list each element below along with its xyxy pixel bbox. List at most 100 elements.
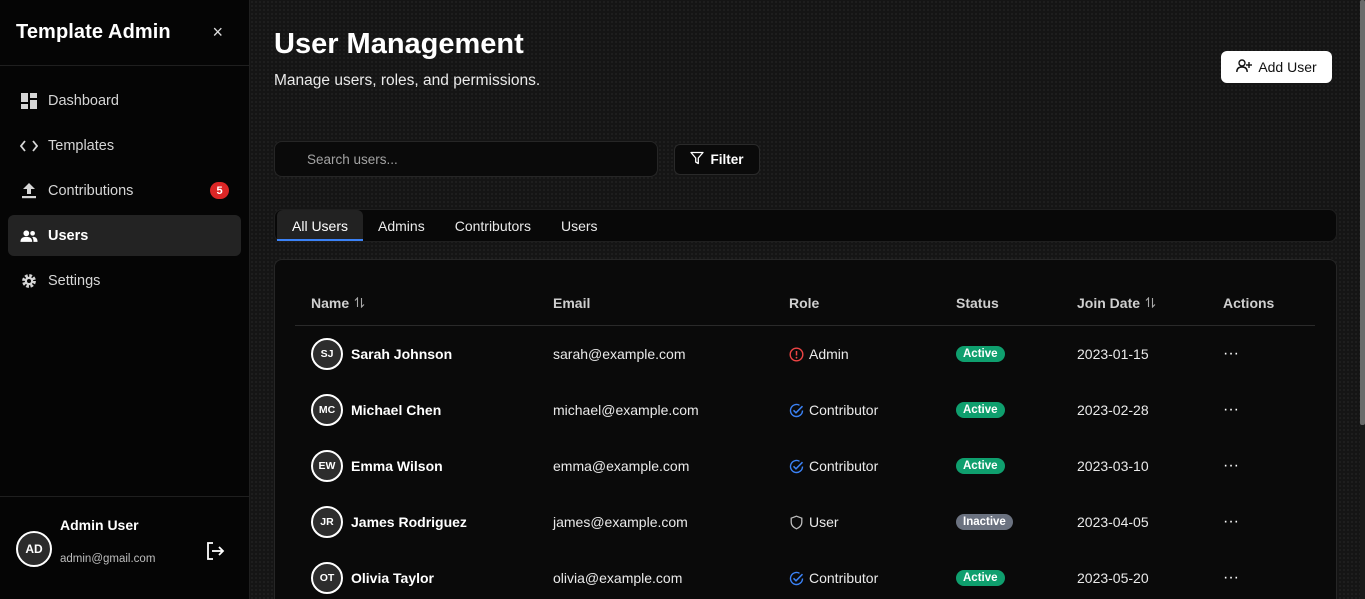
sidebar-item-label: Users: [48, 227, 89, 244]
page-subtitle: Manage users, roles, and permissions.: [274, 72, 541, 89]
more-actions-button[interactable]: ···: [1223, 382, 1239, 438]
add-user-label: Add User: [1258, 59, 1317, 75]
status-badge: Active: [956, 570, 1005, 586]
role-label: Admin: [809, 346, 849, 362]
tab-users[interactable]: Users: [546, 210, 613, 241]
avatar: AD: [16, 531, 52, 567]
user-name: James Rodriguez: [351, 514, 467, 530]
user-plus-icon: [1236, 58, 1253, 76]
sidebar-item-settings[interactable]: Settings: [8, 260, 241, 301]
role-label: Contributor: [809, 570, 879, 586]
status-badge: Inactive: [956, 514, 1013, 530]
user-cell: EW Emma Wilson: [311, 438, 443, 494]
app-title: Template Admin: [16, 21, 171, 43]
user-email: james@example.com: [553, 514, 688, 530]
avatar: EW: [311, 450, 343, 482]
column-header-join-date[interactable]: Join Date: [1077, 295, 1156, 311]
column-header-actions: Actions: [1223, 295, 1275, 311]
page-title: User Management: [274, 28, 524, 60]
filter-icon: [690, 151, 705, 168]
badge-check-icon: [789, 459, 804, 473]
search-box: [274, 141, 658, 177]
user-email: olivia@example.com: [553, 570, 683, 586]
table-row: OT Olivia Taylor olivia@example.com Cont…: [295, 550, 1315, 599]
column-header-name[interactable]: Name: [311, 295, 365, 311]
scrollbar[interactable]: [1360, 0, 1365, 599]
table-row: JR James Rodriguez james@example.com Use…: [295, 494, 1315, 550]
role-cell: Contributor: [789, 438, 878, 494]
user-cell: OT Olivia Taylor: [311, 550, 434, 599]
code-icon: [20, 137, 38, 155]
sidebar-footer: AD Admin User admin@gmail.com: [0, 496, 249, 599]
role-cell: Contributor: [789, 550, 878, 599]
sidebar-item-label: Contributions: [48, 182, 134, 199]
contributions-count-badge: 5: [210, 182, 229, 199]
user-name: Emma Wilson: [351, 458, 443, 474]
status-cell: Active: [956, 438, 1005, 494]
filter-button[interactable]: Filter: [674, 144, 760, 175]
close-icon[interactable]: ×: [212, 22, 223, 43]
role-label: Contributor: [809, 458, 879, 474]
sidebar-item-label: Templates: [48, 137, 115, 154]
user-cell: SJ Sarah Johnson: [311, 326, 452, 382]
sort-icon: [354, 295, 365, 311]
sidebar-nav: Dashboard Templates Contributions 5 User…: [0, 66, 249, 301]
status-badge: Active: [956, 346, 1005, 362]
sidebar-item-templates[interactable]: Templates: [8, 125, 241, 166]
user-cell: JR James Rodriguez: [311, 494, 467, 550]
tab-admins[interactable]: Admins: [363, 210, 440, 241]
filter-label: Filter: [710, 152, 744, 167]
avatar: OT: [311, 562, 343, 594]
join-date: 2023-02-28: [1077, 402, 1149, 418]
more-actions-button[interactable]: ···: [1223, 438, 1239, 494]
sidebar-item-label: Dashboard: [48, 92, 119, 109]
join-date: 2023-04-05: [1077, 514, 1149, 530]
user-email: emma@example.com: [553, 458, 690, 474]
table-row: MC Michael Chen michael@example.com Cont…: [295, 382, 1315, 438]
column-header-role: Role: [789, 295, 820, 311]
upload-icon: [20, 182, 38, 200]
users-table: Name Email Role Status Join Date Actions…: [274, 259, 1337, 599]
sidebar-item-label: Settings: [48, 272, 101, 289]
user-name: Sarah Johnson: [351, 346, 453, 362]
gear-icon: [20, 272, 38, 290]
badge-check-icon: [789, 403, 804, 417]
status-badge: Active: [956, 402, 1005, 418]
user-name: Olivia Taylor: [351, 570, 434, 586]
shield-icon: [790, 515, 803, 530]
more-actions-button[interactable]: ···: [1223, 550, 1239, 599]
status-cell: Active: [956, 326, 1005, 382]
add-user-button[interactable]: Add User: [1221, 51, 1332, 83]
tab-contributors[interactable]: Contributors: [440, 210, 546, 241]
users-icon: [20, 227, 38, 245]
role-label: Contributor: [809, 402, 879, 418]
logout-icon[interactable]: [205, 541, 225, 561]
avatar: JR: [311, 506, 343, 538]
more-actions-button[interactable]: ···: [1223, 326, 1239, 382]
column-label: Name: [311, 295, 350, 311]
more-actions-button[interactable]: ···: [1223, 494, 1239, 550]
avatar: SJ: [311, 338, 343, 370]
current-user-email: admin@gmail.com: [60, 553, 156, 565]
alert-circle-icon: [789, 346, 804, 362]
status-badge: Active: [956, 458, 1005, 474]
status-cell: Active: [956, 550, 1005, 599]
avatar: MC: [311, 394, 343, 426]
sidebar-item-users[interactable]: Users: [8, 215, 241, 256]
main-content: User Management Manage users, roles, and…: [250, 0, 1365, 599]
sidebar-item-dashboard[interactable]: Dashboard: [8, 80, 241, 121]
table-row: EW Emma Wilson emma@example.com Contribu…: [295, 438, 1315, 494]
table-header: Name Email Role Status Join Date Actions: [295, 260, 1315, 326]
sidebar-header: Template Admin ×: [0, 0, 249, 66]
user-cell: MC Michael Chen: [311, 382, 441, 438]
table-row: SJ Sarah Johnson sarah@example.com Admin…: [295, 326, 1315, 382]
search-input[interactable]: [275, 142, 657, 176]
sidebar-item-contributions[interactable]: Contributions 5: [8, 170, 241, 211]
column-header-status: Status: [956, 295, 999, 311]
join-date: 2023-03-10: [1077, 458, 1149, 474]
dashboard-icon: [20, 92, 38, 110]
tab-all-users[interactable]: All Users: [277, 210, 364, 241]
scrollbar-thumb[interactable]: [1360, 0, 1365, 425]
sort-icon: [1145, 295, 1156, 311]
current-user-name: Admin User: [60, 517, 139, 533]
